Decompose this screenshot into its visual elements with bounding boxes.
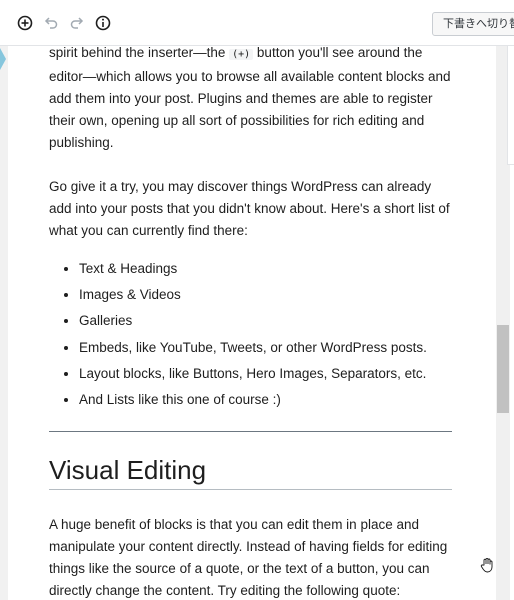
list-item: And Lists like this one of course :) — [79, 387, 453, 413]
redo-icon[interactable] — [67, 13, 87, 33]
heading-block[interactable]: Visual Editing — [49, 453, 453, 487]
list-item: Images & Videos — [79, 282, 453, 308]
heading-underline — [49, 489, 452, 491]
settings-sidebar-edge — [507, 46, 514, 165]
left-panel-edge — [0, 46, 8, 600]
list-item: Layout blocks, like Buttons, Hero Images… — [79, 361, 453, 387]
list-item: Galleries — [79, 308, 453, 334]
paragraph-block[interactable]: Go give it a try, you may discover thing… — [49, 176, 453, 242]
separator-block[interactable] — [49, 431, 452, 433]
paragraph-text: spirit behind the inserter—the — [49, 45, 230, 60]
list-item: Text & Headings — [79, 256, 453, 282]
list-item: Embeds, like YouTube, Tweets, or other W… — [79, 335, 453, 361]
list-block[interactable]: Text & Headings Images & Videos Gallerie… — [49, 256, 453, 413]
paragraph-block[interactable]: spirit behind the inserter—the (+) butto… — [49, 42, 453, 154]
add-block-icon[interactable] — [15, 13, 35, 33]
scrollbar-thumb[interactable] — [497, 325, 509, 413]
paragraph-block[interactable]: A huge benefit of blocks is that you can… — [49, 514, 453, 600]
hand-cursor-icon — [479, 557, 495, 573]
editor-window: 下書きへ切り替え spirit behind the inserter—the … — [0, 0, 514, 600]
inline-code: (+) — [229, 49, 254, 60]
paragraph-text: button you'll see around the editor—whic… — [49, 45, 451, 150]
post-content: spirit behind the inserter—the (+) butto… — [49, 42, 453, 600]
editor-toolbar: 下書きへ切り替え — [0, 0, 514, 46]
switch-to-draft-button[interactable]: 下書きへ切り替え — [432, 12, 514, 36]
info-icon[interactable] — [93, 13, 113, 33]
undo-icon[interactable] — [41, 13, 61, 33]
